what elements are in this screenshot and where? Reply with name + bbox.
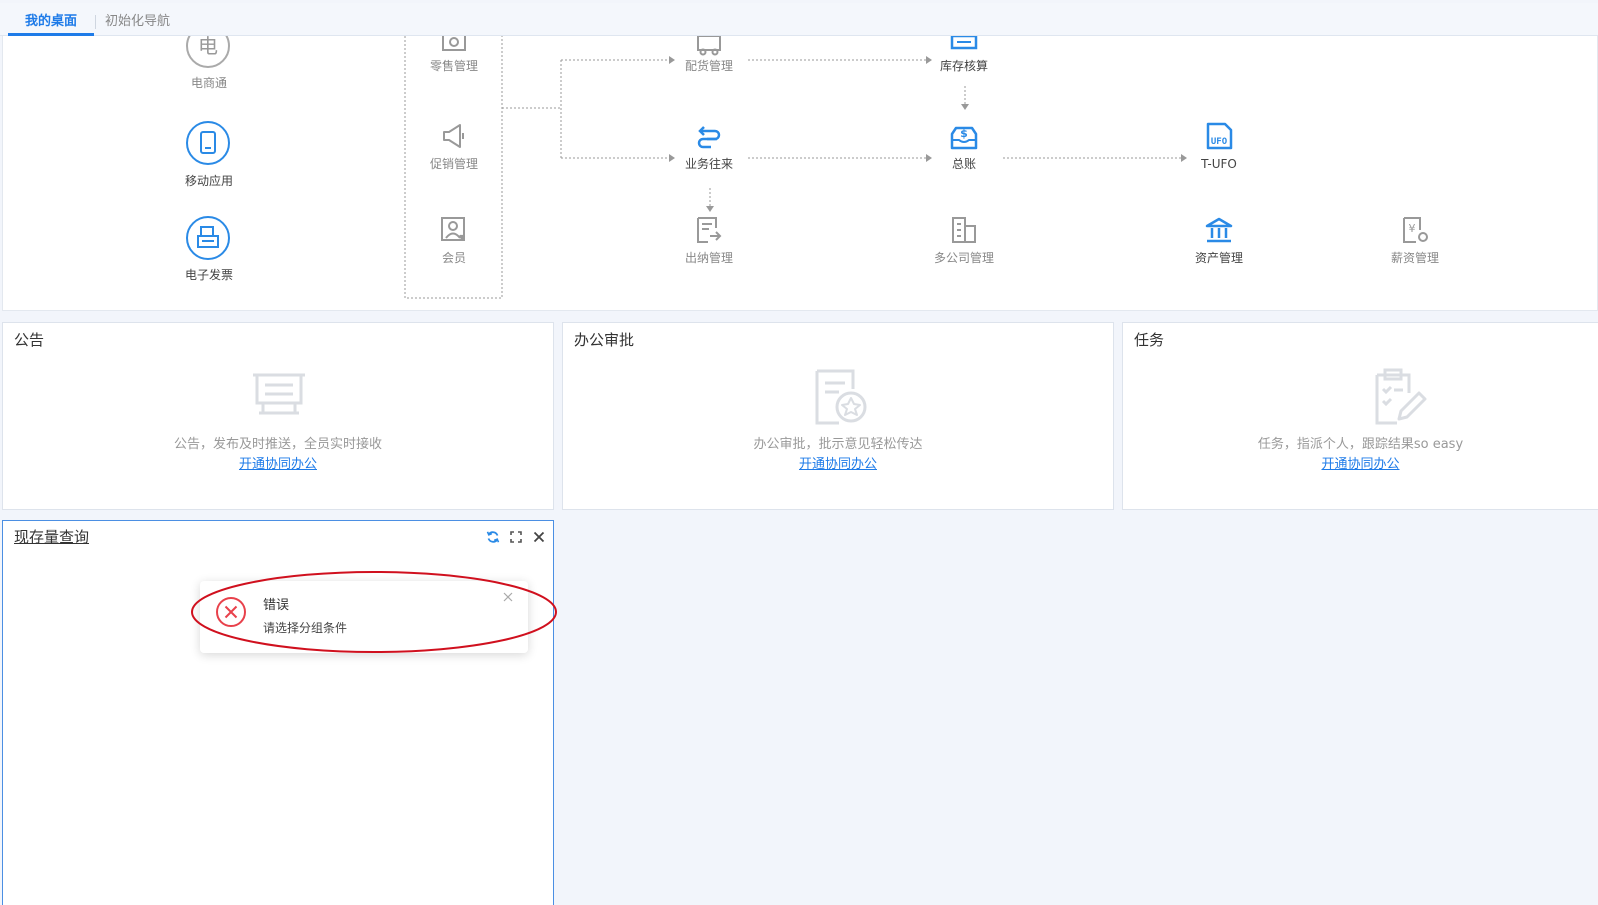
t-ufo-icon[interactable]: UFO: [1203, 120, 1235, 152]
mobile-app-icon[interactable]: [186, 121, 230, 165]
error-message: 请选择分组条件: [263, 621, 348, 635]
toast-close-icon[interactable]: [502, 591, 514, 603]
office-approval-card: 办公审批 办公审批，批示意见轻松传达 开通协同办公: [562, 322, 1114, 510]
asset-management-label: 资产管理: [1194, 251, 1243, 265]
tab-bar: 我的桌面 初始化导航: [0, 3, 1598, 36]
enable-collaboration-link[interactable]: 开通协同办公: [1321, 457, 1399, 472]
inventory-accounting-icon[interactable]: [948, 36, 980, 60]
business-contacts-label: 业务往来: [684, 157, 733, 171]
inventory-accounting-label: 库存核算: [939, 59, 988, 73]
office-approval-title: 办公审批: [574, 331, 635, 349]
cashier-icon[interactable]: [693, 214, 725, 246]
svg-text:$: $: [960, 127, 968, 140]
error-notification: 错误 请选择分组条件: [200, 581, 528, 653]
payroll-icon[interactable]: ¥: [1399, 214, 1431, 246]
error-x-circle-icon: [216, 597, 246, 627]
payroll-management-label: 薪资管理: [1390, 251, 1439, 265]
e-invoice-icon[interactable]: [186, 216, 230, 260]
multi-company-building-icon[interactable]: [948, 214, 980, 246]
multi-company-label: 多公司管理: [933, 251, 994, 265]
ecommerce-label: 电商通: [190, 76, 227, 90]
ecommerce-icon[interactable]: 电: [186, 36, 230, 68]
tab-init-navigation[interactable]: 初始化导航: [105, 13, 170, 31]
t-ufo-label: T-UFO: [1201, 157, 1237, 171]
ecommerce-glyph: 电: [198, 36, 218, 58]
tab-divider: [95, 15, 96, 29]
announcement-description: 公告，发布及时推送，全员实时接收: [173, 437, 382, 452]
promotion-megaphone-icon[interactable]: [438, 120, 470, 152]
announcement-title: 公告: [14, 331, 45, 349]
tab-my-desktop[interactable]: 我的桌面: [25, 13, 77, 31]
business-exchange-icon[interactable]: [693, 120, 725, 152]
retail-management-icon[interactable]: [438, 36, 470, 60]
mobile-app-label: 移动应用: [184, 174, 233, 188]
stock-query-widget: 现存量查询: [2, 520, 554, 905]
general-ledger-label: 总账: [951, 157, 976, 171]
asset-bank-icon[interactable]: [1203, 214, 1235, 246]
maximize-icon[interactable]: [509, 530, 523, 544]
enable-collaboration-link[interactable]: 开通协同办公: [239, 457, 317, 472]
svg-text:¥: ¥: [1409, 222, 1416, 235]
office-approval-description: 办公审批，批示意见轻松传达: [753, 437, 923, 452]
task-description: 任务，指派个人，跟踪结果so easy: [1257, 437, 1464, 452]
enable-collaboration-link[interactable]: 开通协同办公: [799, 457, 877, 472]
stock-query-title[interactable]: 现存量查询: [14, 527, 89, 547]
navigation-panel: 电 电商通 移动应用 电子发票 零售管理 促销管理 会员 配货管理 业务往来 出…: [2, 36, 1598, 311]
task-card: 任务 任务，指派个人，跟踪结果so easy 开通协同办公: [1122, 322, 1598, 510]
distribution-truck-icon[interactable]: [693, 36, 725, 60]
e-invoice-label: 电子发票: [184, 268, 233, 282]
refresh-icon[interactable]: [486, 530, 500, 544]
announcement-board-icon: [253, 373, 305, 415]
announcement-card: 公告 公告，发布及时推送，全员实时接收 开通协同办公: [2, 322, 554, 510]
approval-document-icon: [815, 369, 867, 425]
member-icon[interactable]: [438, 214, 470, 246]
svg-text:UFO: UFO: [1211, 137, 1228, 147]
distribution-management-label: 配货管理: [684, 59, 733, 73]
promotion-management-label: 促销管理: [429, 157, 478, 171]
task-title: 任务: [1134, 331, 1165, 349]
error-title: 错误: [263, 598, 290, 613]
retail-management-label: 零售管理: [429, 59, 478, 73]
member-label: 会员: [441, 251, 466, 265]
cashier-management-label: 出纳管理: [684, 251, 733, 265]
general-ledger-icon[interactable]: $: [948, 120, 980, 152]
task-clipboard-icon: [1375, 368, 1427, 425]
close-icon[interactable]: [532, 530, 546, 544]
